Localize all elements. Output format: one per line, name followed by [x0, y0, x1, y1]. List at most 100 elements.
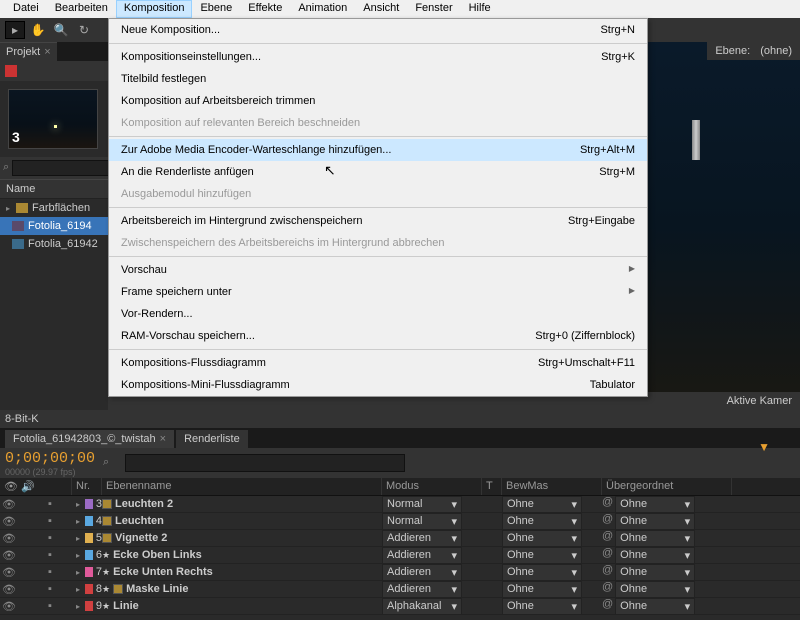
search-icon[interactable]: ⌕	[3, 161, 9, 175]
close-icon[interactable]: ×	[44, 46, 50, 58]
layer-row[interactable]: 👁▪▸8★Maske LinieAddieren▾Ohne▾@Ohne▾	[0, 581, 800, 598]
blend-mode-dropdown[interactable]: Addieren▾	[382, 530, 462, 547]
parent-dropdown[interactable]: Ohne▾	[615, 581, 695, 598]
layer-row[interactable]: 👁▪▸9★LinieAlphakanal▾Ohne▾@Ohne▾	[0, 598, 800, 615]
bewmas-header[interactable]: BewMas	[502, 478, 602, 495]
parent-header[interactable]: Übergeordnet	[602, 478, 732, 495]
parent-dropdown[interactable]: Ohne▾	[615, 598, 695, 615]
layer-row[interactable]: 👁▪▸4LeuchtenNormal▾Ohne▾@Ohne▾	[0, 513, 800, 530]
lock-toggle[interactable]: ▪	[44, 532, 56, 545]
visibility-toggle[interactable]: 👁	[2, 583, 14, 596]
menu-bearbeiten[interactable]: Bearbeiten	[47, 0, 116, 18]
layer-row[interactable]: 👁▪▸7★Ecke Unten RechtsAddieren▾Ohne▾@Ohn…	[0, 564, 800, 581]
menu-item[interactable]: Zur Adobe Media Encoder-Warteschlange hi…	[109, 139, 647, 161]
menu-item[interactable]: Frame speichern unter▶	[109, 281, 647, 303]
pickwhip-icon[interactable]: @	[602, 530, 613, 547]
zoom-tool[interactable]: 🔍	[51, 21, 71, 39]
layer-row[interactable]: 👁▪▸3Leuchten 2Normal▾Ohne▾@Ohne▾	[0, 496, 800, 513]
project-tab[interactable]: Projekt×	[0, 42, 57, 61]
pickwhip-icon[interactable]: @	[602, 598, 613, 615]
menu-item[interactable]: Vorschau▶	[109, 259, 647, 281]
bit-depth[interactable]: 8-Bit-K	[5, 413, 39, 425]
menu-item[interactable]: Neue Komposition...Strg+N	[109, 19, 647, 41]
layername-header[interactable]: Ebenenname	[102, 478, 382, 495]
visibility-toggle[interactable]: 👁	[2, 549, 14, 562]
visibility-toggle[interactable]: 👁	[2, 532, 14, 545]
menu-fenster[interactable]: Fenster	[407, 0, 460, 18]
layer-row[interactable]: 👁▪▸6★Ecke Oben LinksAddieren▾Ohne▾@Ohne▾	[0, 547, 800, 564]
timeline-tab[interactable]: Renderliste	[176, 430, 248, 448]
name-column-header[interactable]: Name	[0, 179, 108, 199]
search-icon[interactable]: ⌕	[103, 456, 117, 470]
lock-toggle[interactable]: ▪	[44, 498, 56, 511]
menu-ansicht[interactable]: Ansicht	[355, 0, 407, 18]
record-icon[interactable]	[5, 65, 17, 77]
menu-effekte[interactable]: Effekte	[240, 0, 290, 18]
menu-item[interactable]: Vor-Rendern...	[109, 303, 647, 325]
menu-item[interactable]: Arbeitsbereich im Hintergrund zwischensp…	[109, 210, 647, 232]
pickwhip-icon[interactable]: @	[602, 547, 613, 564]
trackmatte-dropdown[interactable]: Ohne▾	[502, 513, 582, 530]
trackmatte-header[interactable]: T	[482, 478, 502, 495]
pickwhip-icon[interactable]: @	[602, 496, 613, 513]
timeline-tab[interactable]: Fotolia_61942803_©_twistah×	[5, 430, 174, 448]
visibility-toggle[interactable]: 👁	[2, 566, 14, 579]
hand-tool[interactable]: ✋	[28, 21, 48, 39]
layer-row[interactable]: 👁▪▸5Vignette 2Addieren▾Ohne▾@Ohne▾	[0, 530, 800, 547]
visibility-toggle[interactable]: 👁	[2, 515, 14, 528]
viewer-layer-selector[interactable]: Ebene: (ohne)	[707, 42, 800, 60]
trackmatte-dropdown[interactable]: Ohne▾	[502, 547, 582, 564]
menu-item[interactable]: Kompositions-Mini-FlussdiagrammTabulator	[109, 374, 647, 396]
menu-item[interactable]: RAM-Vorschau speichern...Strg+0 (Ziffern…	[109, 325, 647, 347]
file-row[interactable]: ▸Farbflächen	[0, 199, 108, 217]
blend-mode-dropdown[interactable]: Addieren▾	[382, 547, 462, 564]
rotate-tool[interactable]: ↻	[74, 21, 94, 39]
blend-mode-dropdown[interactable]: Addieren▾	[382, 581, 462, 598]
menu-hilfe[interactable]: Hilfe	[461, 0, 499, 18]
visibility-header[interactable]: 👁 🔊	[0, 478, 72, 495]
menu-item[interactable]: Kompositions-FlussdiagrammStrg+Umschalt+…	[109, 352, 647, 374]
parent-dropdown[interactable]: Ohne▾	[615, 496, 695, 513]
file-row[interactable]: Fotolia_6194	[0, 217, 108, 235]
mode-header[interactable]: Modus	[382, 478, 482, 495]
blend-mode-dropdown[interactable]: Normal▾	[382, 496, 462, 513]
time-marker-icon[interactable]: ▼	[758, 440, 770, 454]
pickwhip-icon[interactable]: @	[602, 564, 613, 581]
selection-tool[interactable]: ▸	[5, 21, 25, 39]
parent-dropdown[interactable]: Ohne▾	[615, 564, 695, 581]
trackmatte-dropdown[interactable]: Ohne▾	[502, 530, 582, 547]
pickwhip-icon[interactable]: @	[602, 581, 613, 598]
menu-datei[interactable]: Datei	[5, 0, 47, 18]
lock-toggle[interactable]: ▪	[44, 549, 56, 562]
menu-item[interactable]: Komposition auf Arbeitsbereich trimmen	[109, 90, 647, 112]
parent-dropdown[interactable]: Ohne▾	[615, 513, 695, 530]
menu-item[interactable]: Kompositionseinstellungen...Strg+K	[109, 46, 647, 68]
trackmatte-dropdown[interactable]: Ohne▾	[502, 598, 582, 615]
visibility-toggle[interactable]: 👁	[2, 600, 14, 613]
composition-thumbnail[interactable]: 3	[8, 89, 98, 149]
pickwhip-icon[interactable]: @	[602, 513, 613, 530]
menu-komposition[interactable]: Komposition	[116, 0, 193, 18]
parent-dropdown[interactable]: Ohne▾	[615, 547, 695, 564]
trackmatte-dropdown[interactable]: Ohne▾	[502, 581, 582, 598]
menu-item[interactable]: An die Renderliste anfügenStrg+M	[109, 161, 647, 183]
parent-dropdown[interactable]: Ohne▾	[615, 530, 695, 547]
lock-toggle[interactable]: ▪	[44, 515, 56, 528]
trackmatte-dropdown[interactable]: Ohne▾	[502, 564, 582, 581]
blend-mode-dropdown[interactable]: Addieren▾	[382, 564, 462, 581]
lock-toggle[interactable]: ▪	[44, 566, 56, 579]
active-camera-label[interactable]: Aktive Kamer	[727, 395, 792, 407]
current-timecode[interactable]: 0;00;00;00	[5, 450, 95, 467]
timeline-search-input[interactable]	[125, 454, 405, 472]
visibility-toggle[interactable]: 👁	[2, 498, 14, 511]
blend-mode-dropdown[interactable]: Alphakanal▾	[382, 598, 462, 615]
number-header[interactable]: Nr.	[72, 478, 102, 495]
menu-ebene[interactable]: Ebene	[192, 0, 240, 18]
lock-toggle[interactable]: ▪	[44, 583, 56, 596]
lock-toggle[interactable]: ▪	[44, 600, 56, 613]
trackmatte-dropdown[interactable]: Ohne▾	[502, 496, 582, 513]
blend-mode-dropdown[interactable]: Normal▾	[382, 513, 462, 530]
menu-item[interactable]: Titelbild festlegen	[109, 68, 647, 90]
file-row[interactable]: Fotolia_61942	[0, 235, 108, 253]
menu-animation[interactable]: Animation	[290, 0, 355, 18]
